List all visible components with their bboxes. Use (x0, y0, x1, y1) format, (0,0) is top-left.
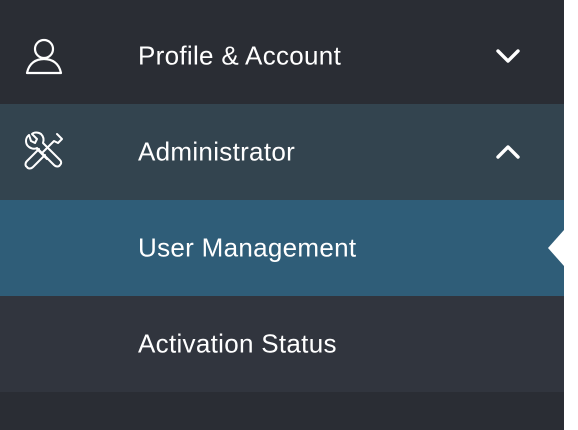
sidebar-item-administrator[interactable]: Administrator (0, 104, 564, 200)
tools-icon (22, 130, 66, 174)
chevron-up-icon[interactable] (490, 134, 526, 170)
sidebar-item-label: Profile & Account (138, 40, 342, 71)
chevron-down-icon[interactable] (490, 38, 526, 74)
sidebar-item-label: User Management (138, 232, 357, 263)
content-edge (564, 0, 578, 430)
sidebar-nav: Profile & Account Administrator User Man… (0, 0, 564, 430)
user-icon (22, 34, 66, 78)
sidebar-item-label: Administrator (138, 136, 296, 167)
active-item-pointer (548, 230, 564, 266)
sidebar-footer-space (0, 392, 564, 430)
sidebar-item-label: Activation Status (138, 328, 337, 359)
sidebar-subitem-activation-status[interactable]: Activation Status (0, 296, 564, 392)
sidebar-item-profile-account[interactable]: Profile & Account (0, 8, 564, 104)
sidebar-subitem-user-management[interactable]: User Management (0, 200, 564, 296)
